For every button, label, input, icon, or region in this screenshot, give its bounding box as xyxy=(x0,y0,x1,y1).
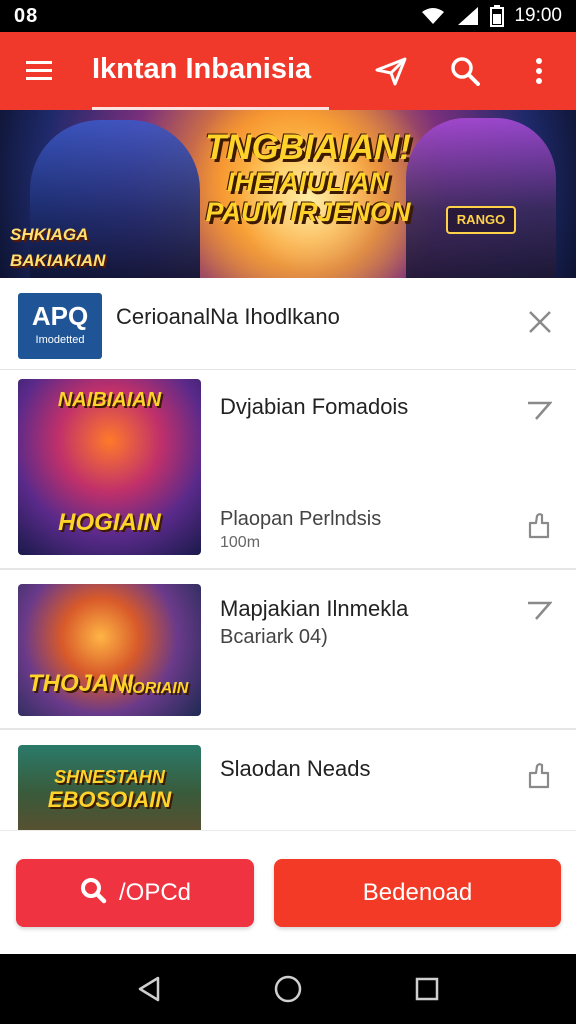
content-list: APQ Imodetted CerioanalNa Ihodlkano NAIB… xyxy=(0,278,576,830)
share-icon[interactable] xyxy=(524,396,554,426)
more-vert-icon[interactable] xyxy=(502,32,576,110)
download-button-label: Bedenoad xyxy=(362,879,473,906)
app-actions xyxy=(354,32,576,110)
system-nav-bar xyxy=(0,954,576,1024)
battery-icon xyxy=(490,5,505,27)
banner-tag-right: RANGO xyxy=(446,206,516,234)
item-title: Dvjabian Fomadois xyxy=(220,394,409,419)
bottom-action-bar: /OPCd Bedenoad xyxy=(0,830,576,954)
list-item[interactable]: THOJANI NORIAIN Mapjakian Ilnmekla Bcari… xyxy=(0,570,576,730)
banner-hero-right xyxy=(406,118,556,278)
thumbnail-caption: EBOSOIAIN xyxy=(47,787,172,812)
banner-line-1: TNGBIAIAN! xyxy=(204,128,412,167)
thumbnail-caption: HOGIAIN xyxy=(58,509,161,536)
search-button-label: /OPCd xyxy=(118,879,192,906)
promo-banner[interactable]: SHKIAGA BAKIAKIAN RANGO TNGBIAIAN! IHEIA… xyxy=(0,110,576,278)
recents-icon[interactable] xyxy=(397,959,457,1019)
item-subtitle: Bcariark 04) xyxy=(220,626,328,648)
list-item[interactable]: NAIBIAIAN HOGIAIN Dvjabian Fomadois Plao… xyxy=(0,370,576,570)
banner-tag-left: SHKIAGA BAKIAKIAN xyxy=(10,225,106,270)
status-bar: 08 19:00 xyxy=(0,0,576,32)
banner-headline: TNGBIAIAN! IHEIAIULIAN PAUM IRJENON xyxy=(190,128,426,228)
ad-logo-text: APQ xyxy=(31,301,89,331)
item-title: Mapjakian Ilnmekla xyxy=(220,596,409,621)
thumbnail-caption-2: NORIAIN xyxy=(120,680,189,697)
item-thumbnail: THOJANI NORIAIN xyxy=(18,584,201,716)
item-title: Slaodan Neads xyxy=(220,756,371,781)
app-bar: Ikntan Inbanisia xyxy=(0,32,576,110)
menu-icon[interactable] xyxy=(0,32,78,110)
clock: 19:00 xyxy=(514,5,562,26)
status-indicator: 08 xyxy=(14,4,39,27)
like-icon[interactable] xyxy=(524,510,554,540)
send-icon[interactable] xyxy=(354,32,428,110)
download-button[interactable]: Bedenoad xyxy=(274,859,561,927)
banner-line-3: PAUM IRJENON xyxy=(205,197,411,228)
list-item[interactable]: SHNESTAHN EBOSOIAIN Slaodan Neads xyxy=(0,730,576,830)
close-icon[interactable] xyxy=(524,306,556,338)
share-icon[interactable] xyxy=(524,596,554,626)
ad-row[interactable]: APQ Imodetted CerioanalNa Ihodlkano xyxy=(0,278,576,370)
ad-title: CerioanalNa Ihodlkano xyxy=(116,304,340,329)
ad-logo: APQ Imodetted xyxy=(18,293,102,359)
search-button[interactable]: /OPCd xyxy=(16,859,254,927)
status-icons: 19:00 xyxy=(420,5,562,27)
search-icon xyxy=(79,876,107,911)
ad-logo-subtext: Imodetted xyxy=(35,334,85,346)
thumbnail-title: SHNESTAHN xyxy=(54,767,165,787)
signal-icon xyxy=(456,6,480,26)
thumbnail-title: NAIBIAIAN xyxy=(57,389,162,411)
item-meta: 100m xyxy=(220,534,261,551)
like-icon[interactable] xyxy=(524,760,554,790)
wifi-icon xyxy=(420,6,446,26)
banner-line-2: IHEIAIULIAN xyxy=(227,167,389,198)
search-icon[interactable] xyxy=(428,32,502,110)
item-thumbnail: SHNESTAHN EBOSOIAIN xyxy=(18,745,201,830)
thumbnail-caption: THOJANI xyxy=(28,670,134,697)
home-icon[interactable] xyxy=(258,959,318,1019)
item-subtitle: Plaopan Perlndsis xyxy=(220,508,382,530)
item-thumbnail: NAIBIAIAN HOGIAIN xyxy=(18,379,201,555)
back-icon[interactable] xyxy=(119,959,179,1019)
page-title: Ikntan Inbanisia xyxy=(92,53,330,110)
